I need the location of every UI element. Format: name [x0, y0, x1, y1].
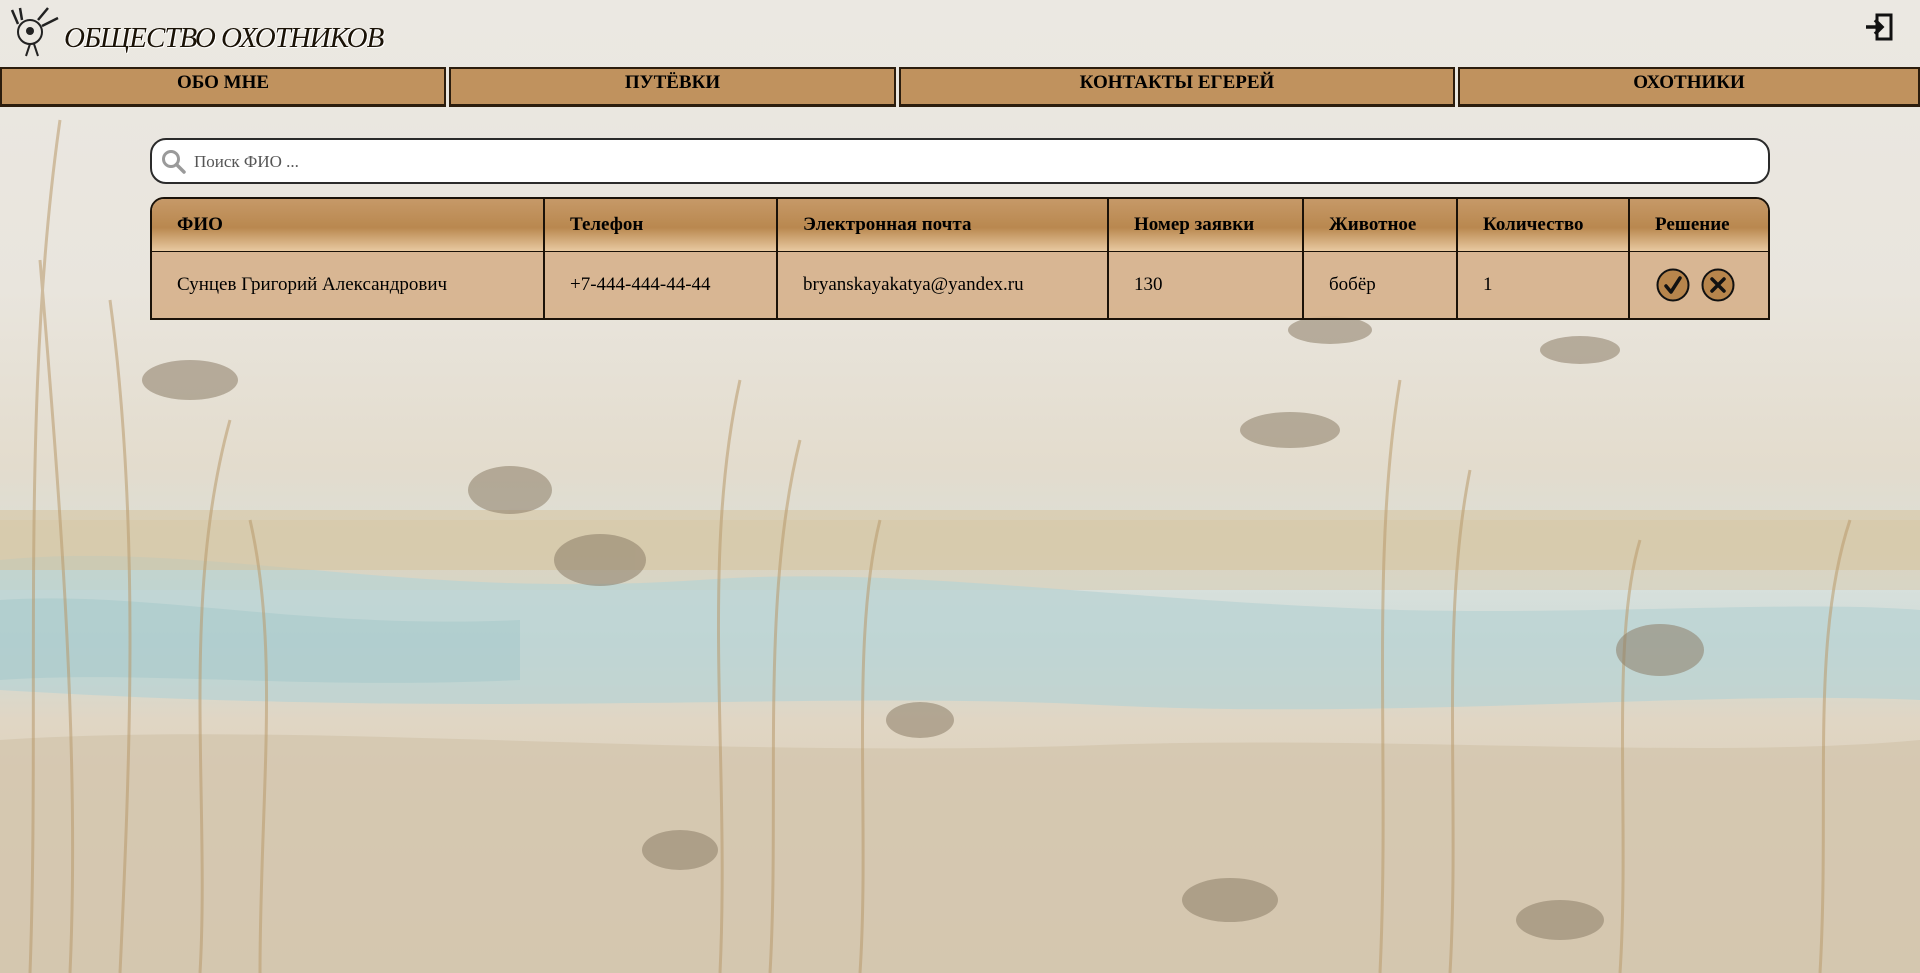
cell-request-number: 130 — [1108, 251, 1304, 318]
cell-decision — [1629, 251, 1768, 318]
logout-icon[interactable] — [1864, 12, 1894, 42]
cell-animal: бобёр — [1303, 251, 1458, 318]
nav-item-gamekeeper-contacts[interactable]: КОНТАКТЫ ЕГЕРЕЙ — [899, 67, 1455, 107]
cell-phone: +7-444-444-44-44 — [544, 251, 778, 318]
reject-icon — [1701, 268, 1735, 302]
column-header-phone[interactable]: Телефон — [544, 199, 778, 252]
applications-table: ФИО Телефон Электронная почта Номер заяв… — [150, 197, 1770, 320]
main-navigation: ОБО МНЕ ПУТЁВКИ КОНТАКТЫ ЕГЕРЕЙ ОХОТНИКИ — [0, 67, 1920, 107]
column-header-animal[interactable]: Животное — [1303, 199, 1458, 252]
cell-fio: Сунцев Григорий Александрович — [152, 251, 545, 318]
search-input[interactable] — [192, 146, 1756, 178]
hunter-logo-icon[interactable] — [8, 4, 62, 58]
column-header-decision: Решение — [1629, 199, 1768, 252]
nav-item-about[interactable]: ОБО МНЕ — [0, 67, 446, 107]
column-header-quantity[interactable]: Количество — [1457, 199, 1630, 252]
column-header-fio[interactable]: ФИО — [152, 199, 545, 252]
nav-item-label: ПУТЁВКИ — [624, 72, 721, 93]
nav-item-vouchers[interactable]: ПУТЁВКИ — [449, 67, 896, 107]
nav-item-label: КОНТАКТЫ ЕГЕРЕЙ — [1079, 72, 1275, 93]
column-header-request-number[interactable]: Номер заявки — [1108, 199, 1304, 252]
cell-quantity: 1 — [1457, 251, 1630, 318]
table-header-row: ФИО Телефон Электронная почта Номер заяв… — [152, 199, 1768, 252]
nav-item-label: ОХОТНИКИ — [1633, 72, 1745, 93]
reject-button[interactable] — [1701, 268, 1735, 302]
table-row: Сунцев Григорий Александрович +7-444-444… — [152, 251, 1768, 318]
cell-email: bryanskayakatya@yandex.ru — [777, 251, 1109, 318]
approve-icon — [1656, 268, 1690, 302]
nav-item-hunters[interactable]: ОХОТНИКИ — [1458, 67, 1920, 107]
column-header-email[interactable]: Электронная почта — [777, 199, 1109, 252]
nav-item-label: ОБО МНЕ — [176, 72, 270, 93]
approve-button[interactable] — [1656, 268, 1690, 302]
search-icon — [161, 149, 187, 175]
site-header: ОБЩЕСТВО ОХОТНИКОВ — [0, 0, 1920, 66]
site-title[interactable]: ОБЩЕСТВО ОХОТНИКОВ — [64, 22, 384, 55]
search-bar — [150, 138, 1770, 184]
